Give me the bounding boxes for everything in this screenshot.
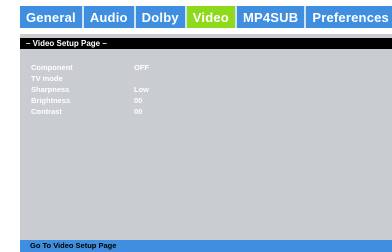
tab-audio[interactable]: Audio bbox=[84, 6, 136, 28]
setting-row-sharpness[interactable]: Sharpness Low bbox=[31, 84, 149, 95]
setting-label: Sharpness bbox=[31, 85, 70, 94]
setting-label: Contrast bbox=[31, 107, 62, 116]
tab-preferences[interactable]: Preferences bbox=[306, 6, 392, 28]
video-setup-panel: – Video Setup Page – Component OFF TV mo… bbox=[20, 34, 392, 252]
setting-value: Low bbox=[134, 85, 149, 94]
setting-row-brightness[interactable]: Brightness 00 bbox=[31, 95, 149, 106]
setting-label: TV mode bbox=[31, 74, 63, 83]
setting-value: 00 bbox=[134, 107, 143, 116]
setting-label: Component bbox=[31, 63, 73, 72]
status-bar: Go To Video Setup Page bbox=[20, 240, 392, 252]
settings-list: Component OFF TV mode Sharpness Low Brig… bbox=[31, 62, 149, 117]
setting-value: OFF bbox=[134, 63, 149, 72]
tab-mp4sub[interactable]: MP4SUB bbox=[237, 6, 307, 28]
tab-general[interactable]: General bbox=[20, 6, 84, 28]
tab-video[interactable]: Video bbox=[186, 6, 237, 28]
page-title: – Video Setup Page – bbox=[20, 38, 392, 49]
setting-value: 00 bbox=[134, 96, 143, 105]
setting-row-contrast[interactable]: Contrast 00 bbox=[31, 106, 149, 117]
tab-dolby[interactable]: Dolby bbox=[136, 6, 187, 28]
setting-row-tv-mode[interactable]: TV mode bbox=[31, 73, 149, 84]
setting-label: Brightness bbox=[31, 96, 71, 105]
setting-row-component[interactable]: Component OFF bbox=[31, 62, 149, 73]
menu-tab-bar: General Audio Dolby Video MP4SUB Prefere… bbox=[20, 6, 392, 28]
